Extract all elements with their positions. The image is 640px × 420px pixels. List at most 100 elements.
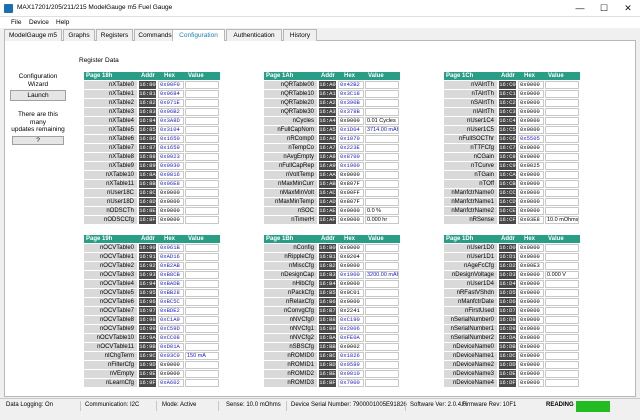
- register-hex-field[interactable]: 0x0000: [518, 116, 544, 125]
- register-value-field[interactable]: [545, 161, 579, 170]
- close-button[interactable]: ✕: [616, 1, 640, 15]
- register-value-field[interactable]: [365, 98, 399, 107]
- register-hex-field[interactable]: 0xC190: [338, 315, 364, 324]
- register-hex-field[interactable]: 0x5505: [518, 134, 544, 143]
- register-hex-field[interactable]: 0x0000: [158, 197, 184, 206]
- register-value-field[interactable]: [365, 243, 399, 252]
- register-hex-field[interactable]: 0x0000: [518, 342, 544, 351]
- register-value-field[interactable]: [365, 324, 399, 333]
- register-hex-field[interactable]: 0x0000: [518, 125, 544, 134]
- register-value-field[interactable]: [365, 161, 399, 170]
- register-value-field[interactable]: [185, 125, 219, 134]
- tab-history[interactable]: History: [283, 29, 317, 41]
- register-value-field[interactable]: [545, 134, 579, 143]
- register-hex-field[interactable]: 0x00E3: [518, 261, 544, 270]
- register-hex-field[interactable]: 0x0000: [338, 279, 364, 288]
- register-value-field[interactable]: [365, 315, 399, 324]
- register-value-field[interactable]: [185, 170, 219, 179]
- register-value-field[interactable]: [365, 369, 399, 378]
- register-value-field[interactable]: [545, 179, 579, 188]
- register-hex-field[interactable]: 0x0000: [158, 188, 184, 197]
- register-value-field[interactable]: [365, 80, 399, 89]
- register-hex-field[interactable]: 0x0000: [518, 152, 544, 161]
- register-hex-field[interactable]: 0x0000: [158, 360, 184, 369]
- register-value-field[interactable]: [185, 179, 219, 188]
- register-value-field[interactable]: [365, 179, 399, 188]
- register-value-field[interactable]: [185, 98, 219, 107]
- register-hex-field[interactable]: 0x0025: [518, 161, 544, 170]
- register-hex-field[interactable]: 0x03C0: [158, 351, 184, 360]
- register-value-field[interactable]: [545, 315, 579, 324]
- register-value-field[interactable]: [365, 261, 399, 270]
- register-hex-field[interactable]: 0x378B: [338, 107, 364, 116]
- register-value-field[interactable]: [365, 252, 399, 261]
- register-hex-field[interactable]: 0x1070: [338, 134, 364, 143]
- register-value-field[interactable]: [545, 89, 579, 98]
- register-hex-field[interactable]: 0xAD16: [158, 252, 184, 261]
- register-value-field[interactable]: [545, 288, 579, 297]
- register-hex-field[interactable]: 0x1D04: [338, 125, 364, 134]
- register-hex-field[interactable]: 0x1900: [338, 161, 364, 170]
- register-value-field[interactable]: [185, 89, 219, 98]
- tab-authentication[interactable]: Authentication: [226, 29, 282, 41]
- register-hex-field[interactable]: 0xBDE2: [158, 306, 184, 315]
- register-value-field[interactable]: [185, 297, 219, 306]
- register-hex-field[interactable]: 0x0000: [338, 261, 364, 270]
- register-value-field[interactable]: [545, 170, 579, 179]
- register-value-field[interactable]: [365, 134, 399, 143]
- register-value-field[interactable]: [545, 243, 579, 252]
- register-value-field[interactable]: [545, 152, 579, 161]
- register-value-field[interactable]: [365, 197, 399, 206]
- register-hex-field[interactable]: 0x0000: [518, 188, 544, 197]
- menu-device[interactable]: Device: [29, 19, 49, 26]
- register-hex-field[interactable]: 0x0923: [158, 152, 184, 161]
- register-value-field[interactable]: [365, 351, 399, 360]
- register-value-field[interactable]: [185, 206, 219, 215]
- register-hex-field[interactable]: 0x0000: [518, 333, 544, 342]
- register-value-field[interactable]: [185, 315, 219, 324]
- register-hex-field[interactable]: 0x0000: [158, 215, 184, 224]
- register-hex-field[interactable]: 0x00FF: [338, 188, 364, 197]
- register-hex-field[interactable]: 0x0000: [518, 179, 544, 188]
- register-hex-field[interactable]: 0x390B: [338, 98, 364, 107]
- register-value-field[interactable]: 0.000 V: [545, 270, 579, 279]
- register-value-field[interactable]: [185, 369, 219, 378]
- register-value-field[interactable]: 3200.00 mAh: [365, 270, 399, 279]
- register-value-field[interactable]: [185, 197, 219, 206]
- register-hex-field[interactable]: 0xB8CB: [158, 270, 184, 279]
- register-value-field[interactable]: [365, 152, 399, 161]
- register-value-field[interactable]: [545, 369, 579, 378]
- register-value-field[interactable]: [185, 188, 219, 197]
- register-value-field[interactable]: [365, 342, 399, 351]
- register-value-field[interactable]: [185, 333, 219, 342]
- register-value-field[interactable]: [365, 333, 399, 342]
- register-value-field[interactable]: 150 mA: [185, 351, 219, 360]
- tab-modelgauge[interactable]: ModelGauge m5: [4, 29, 62, 41]
- register-value-field[interactable]: [545, 143, 579, 152]
- register-hex-field[interactable]: 0x06E8: [158, 179, 184, 188]
- register-hex-field[interactable]: 0xFE0A: [338, 333, 364, 342]
- register-hex-field[interactable]: 0x0000: [518, 315, 544, 324]
- register-hex-field[interactable]: 0x0000: [518, 143, 544, 152]
- register-hex-field[interactable]: 0xD01A: [158, 342, 184, 351]
- register-hex-field[interactable]: 0x03E8: [518, 215, 544, 224]
- register-hex-field[interactable]: 0x0000: [338, 206, 364, 215]
- register-hex-field[interactable]: 0x0000: [518, 288, 544, 297]
- register-hex-field[interactable]: 0x0000: [518, 197, 544, 206]
- register-value-field[interactable]: [365, 89, 399, 98]
- register-value-field[interactable]: [365, 306, 399, 315]
- register-hex-field[interactable]: 0x0000: [518, 279, 544, 288]
- register-value-field[interactable]: [185, 378, 219, 387]
- register-value-field[interactable]: [185, 116, 219, 125]
- register-value-field[interactable]: [185, 161, 219, 170]
- register-hex-field[interactable]: 0xBADB: [158, 279, 184, 288]
- register-hex-field[interactable]: 0x00F0: [158, 80, 184, 89]
- register-value-field[interactable]: [365, 107, 399, 116]
- register-value-field[interactable]: [545, 125, 579, 134]
- register-hex-field[interactable]: 0x0000: [158, 369, 184, 378]
- register-value-field[interactable]: [365, 288, 399, 297]
- register-hex-field[interactable]: 0xC1A9: [158, 315, 184, 324]
- launch-button[interactable]: Launch: [10, 90, 66, 101]
- register-value-field[interactable]: [365, 360, 399, 369]
- updates-count-button[interactable]: ?: [12, 135, 64, 145]
